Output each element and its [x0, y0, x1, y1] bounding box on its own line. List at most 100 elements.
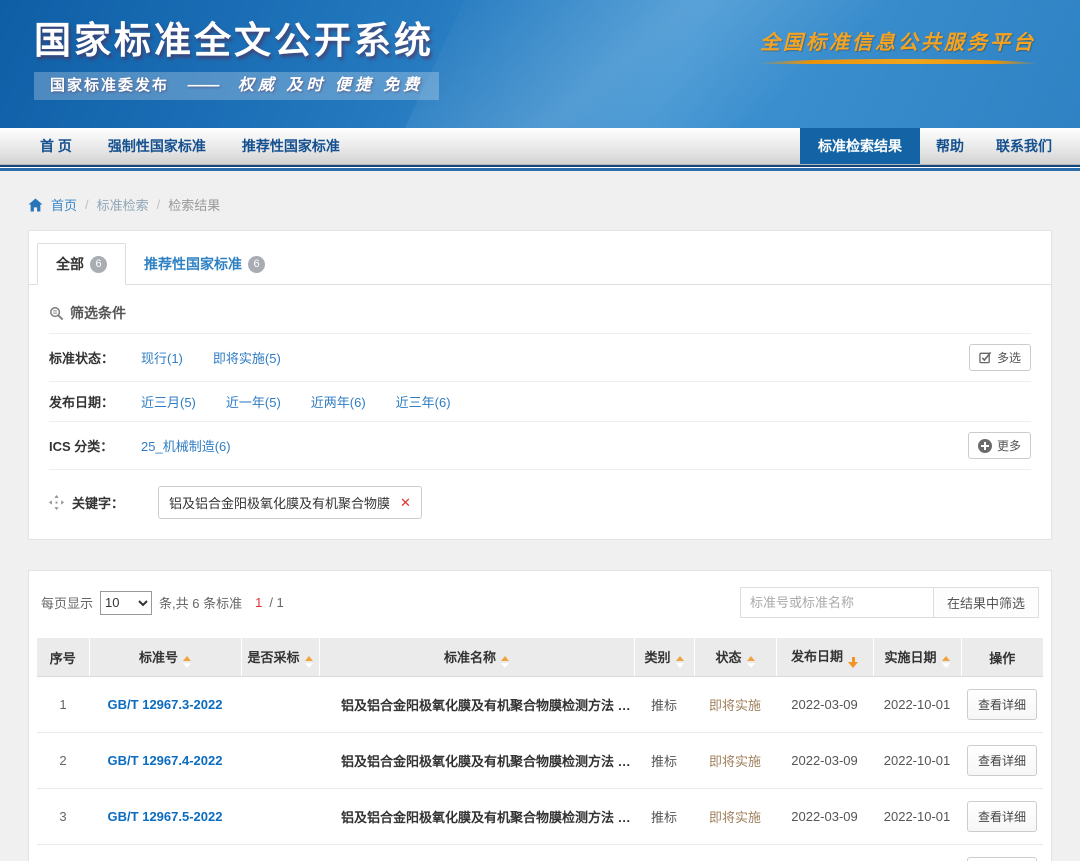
filter-option-3years[interactable]: 近三年(6) — [396, 392, 451, 411]
table-header-row: 序号 标准号 是否采标 标准名称 类别 状态 发布日期 实施日期 操作 — [37, 638, 1043, 677]
total-pages: / 1 — [269, 595, 283, 610]
current-page: 1 — [255, 595, 262, 610]
standard-name: 铝及铝合金阳极氧化膜及有机聚合物膜检测方法 第6部分：色... — [319, 845, 634, 861]
col-header-impl-date[interactable]: 实施日期 — [873, 638, 961, 677]
keyword-tag-text: 铝及铝合金阳极氧化膜及有机聚合物膜 — [169, 493, 390, 512]
view-detail-button[interactable]: 查看详细 — [967, 745, 1037, 776]
site-title: 国家标准全文公开系统 — [34, 10, 434, 64]
row-seq: 3 — [37, 789, 89, 845]
view-detail-button[interactable]: 查看详细 — [967, 689, 1037, 720]
filter-label-publish-date: 发布日期： — [49, 392, 141, 411]
tab-recommended-count-badge: 6 — [248, 256, 265, 273]
publish-date: 2022-03-09 — [776, 677, 873, 733]
status-badge: 即将实施 — [694, 789, 776, 845]
row-adopted — [241, 789, 319, 845]
nav-contact[interactable]: 联系我们 — [980, 128, 1068, 164]
results-controls: 每页显示 10 条,共 6 条标准 1 / 1 在结果中筛选 — [37, 583, 1043, 618]
breadcrumb-separator: / — [85, 197, 89, 212]
standard-number-link[interactable]: GB/T 12967.3-2022 — [89, 677, 241, 733]
platform-text: 全国标准信息公共服务平台 — [760, 26, 1036, 55]
result-search-input[interactable] — [740, 587, 934, 618]
site-subtitle: 国家标准委发布 —— 权威 及时 便捷 免费 — [34, 72, 439, 100]
more-button[interactable]: 更多 — [968, 432, 1031, 459]
plus-circle-icon — [978, 439, 992, 453]
standard-name: 铝及铝合金阳极氧化膜及有机聚合物膜检测方法 第3部分：盐... — [319, 677, 634, 733]
filter-in-results-button[interactable]: 在结果中筛选 — [934, 587, 1039, 618]
platform-link[interactable]: 全国标准信息公共服务平台 — [760, 26, 1036, 64]
publish-date: 2022-03-09 — [776, 845, 873, 861]
nav-mandatory-standards[interactable]: 强制性国家标准 — [108, 128, 206, 165]
keyword-tag: 铝及铝合金阳极氧化膜及有机聚合物膜 ✕ — [158, 486, 422, 519]
standard-number-link[interactable]: GB/T 12967.6-2022 — [89, 845, 241, 861]
row-adopted — [241, 733, 319, 789]
col-header-actions: 操作 — [961, 638, 1043, 677]
col-header-standard-no[interactable]: 标准号 — [89, 638, 241, 677]
table-row: 4 GB/T 12967.6-2022 铝及铝合金阳极氧化膜及有机聚合物膜检测方… — [37, 845, 1043, 861]
main-nav: 首 页 强制性国家标准 推荐性国家标准 标准检索结果 帮助 联系我们 — [0, 128, 1080, 165]
nav-right: 标准检索结果 帮助 联系我们 — [800, 128, 1080, 164]
row-category: 推标 — [634, 733, 694, 789]
table-row: 3 GB/T 12967.5-2022 铝及铝合金阳极氧化膜及有机聚合物膜检测方… — [37, 789, 1043, 845]
standard-name: 铝及铝合金阳极氧化膜及有机聚合物膜检测方法 第4部分：耐... — [319, 733, 634, 789]
row-adopted — [241, 845, 319, 861]
col-header-adopted[interactable]: 是否采标 — [241, 638, 319, 677]
nav-recommended-standards[interactable]: 推荐性国家标准 — [242, 128, 340, 165]
tab-all[interactable]: 全部 6 — [37, 243, 126, 285]
keyword-label: 关键字： — [72, 493, 124, 512]
keyword-remove-icon[interactable]: ✕ — [400, 496, 411, 509]
filter-option-1year[interactable]: 近一年(5) — [226, 392, 281, 411]
results-table: 序号 标准号 是否采标 标准名称 类别 状态 发布日期 实施日期 操作 1 GB… — [37, 638, 1043, 861]
filter-option-2years[interactable]: 近两年(6) — [311, 392, 366, 411]
nav-home[interactable]: 首 页 — [40, 128, 72, 165]
slogan-text: 权威 及时 便捷 免费 — [238, 77, 423, 94]
home-icon — [28, 198, 43, 212]
platform-underline — [760, 59, 1036, 64]
standard-number-link[interactable]: GB/T 12967.5-2022 — [89, 789, 241, 845]
keyword-row: 关键字： 铝及铝合金阳极氧化膜及有机聚合物膜 ✕ — [49, 469, 1031, 539]
row-category: 推标 — [634, 845, 694, 861]
impl-date: 2022-10-01 — [873, 733, 961, 789]
view-detail-button[interactable]: 查看详细 — [967, 857, 1037, 861]
table-row: 2 GB/T 12967.4-2022 铝及铝合金阳极氧化膜及有机聚合物膜检测方… — [37, 733, 1043, 789]
sort-desc-icon — [848, 657, 858, 668]
impl-date: 2022-10-01 — [873, 677, 961, 733]
publisher-text: 国家标准委发布 — [50, 77, 169, 94]
sort-both-icon — [183, 656, 191, 668]
col-header-publish-date[interactable]: 发布日期 — [776, 638, 873, 677]
tab-recommended[interactable]: 推荐性国家标准 6 — [126, 244, 283, 284]
sort-both-icon — [501, 656, 509, 668]
total-count-text: 条,共 6 条标准 — [159, 593, 242, 612]
breadcrumb-standard-search[interactable]: 标准检索 — [97, 195, 149, 214]
table-row: 1 GB/T 12967.3-2022 铝及铝合金阳极氧化膜及有机聚合物膜检测方… — [37, 677, 1043, 733]
site-banner: 国家标准全文公开系统 国家标准委发布 —— 权威 及时 便捷 免费 全国标准信息… — [0, 0, 1080, 128]
nav-help[interactable]: 帮助 — [920, 128, 980, 164]
tab-all-label: 全部 — [56, 254, 84, 274]
col-header-status[interactable]: 状态 — [694, 638, 776, 677]
col-header-category[interactable]: 类别 — [634, 638, 694, 677]
view-detail-button[interactable]: 查看详细 — [967, 801, 1037, 832]
standard-number-link[interactable]: GB/T 12967.4-2022 — [89, 733, 241, 789]
filter-option-ics-machinery[interactable]: 25_机械制造(6) — [141, 436, 231, 455]
filter-option-current[interactable]: 现行(1) — [141, 348, 183, 367]
result-tabs: 全部 6 推荐性国家标准 6 — [29, 231, 1051, 285]
col-header-standard-name[interactable]: 标准名称 — [319, 638, 634, 677]
filter-option-upcoming[interactable]: 即将实施(5) — [213, 348, 281, 367]
result-filter-box: 在结果中筛选 — [740, 587, 1039, 618]
status-badge: 即将实施 — [694, 845, 776, 861]
nav-search-results-active[interactable]: 标准检索结果 — [800, 128, 920, 164]
row-seq: 1 — [37, 677, 89, 733]
more-label: 更多 — [997, 437, 1021, 454]
filter-row-status: 标准状态： 现行(1) 即将实施(5) 多选 — [49, 333, 1031, 381]
multi-select-label: 多选 — [997, 349, 1021, 366]
move-arrows-icon — [49, 495, 64, 510]
filter-option-3months[interactable]: 近三月(5) — [141, 392, 196, 411]
sort-both-icon — [305, 656, 313, 668]
status-badge: 即将实施 — [694, 677, 776, 733]
multi-select-button[interactable]: 多选 — [969, 344, 1031, 371]
checkbox-icon — [979, 351, 992, 364]
per-page-select[interactable]: 10 — [100, 591, 152, 615]
breadcrumb-home[interactable]: 首页 — [51, 195, 77, 214]
row-adopted — [241, 677, 319, 733]
sort-both-icon — [676, 656, 684, 668]
sort-both-icon — [942, 656, 950, 668]
